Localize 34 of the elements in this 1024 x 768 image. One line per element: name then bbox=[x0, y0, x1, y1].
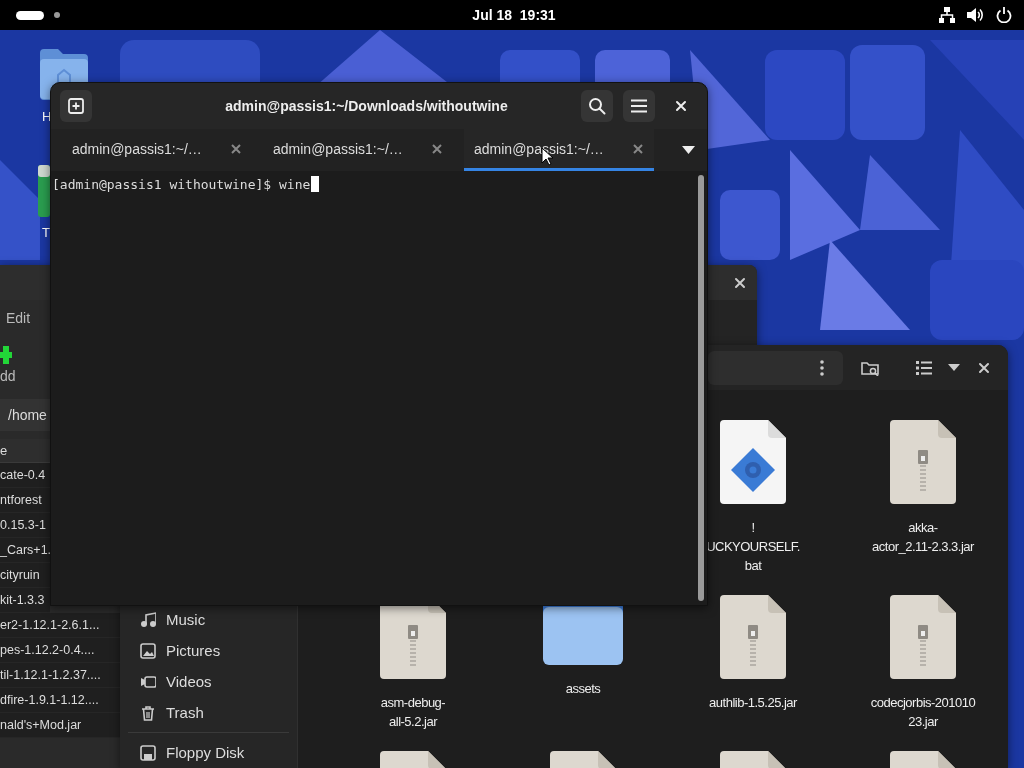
window-title: admin@passis1:~/Downloads/withoutwine bbox=[224, 98, 509, 114]
list-row[interactable]: kit-1.3.3 bbox=[0, 588, 50, 613]
add-button[interactable]: dd bbox=[0, 346, 48, 384]
list-row[interactable]: til-1.12.1-1.2.37.... bbox=[0, 663, 120, 688]
command-line: [admin@passis1 withoutwine]$ wine bbox=[52, 176, 311, 193]
file-name[interactable]: asm-debug- all-5.2.jar bbox=[380, 693, 446, 731]
sidebar-item[interactable]: Music bbox=[128, 604, 289, 635]
list-row[interactable]: 0.15.3-1 bbox=[0, 513, 50, 538]
file-name[interactable]: authlib-1.5.25.jar bbox=[709, 693, 797, 712]
terminal-tab[interactable]: admin@passis1:~/… bbox=[62, 129, 252, 171]
sidebar-item[interactable]: Pictures bbox=[128, 635, 289, 666]
list-row[interactable]: pes-1.12.2-0.4.... bbox=[0, 638, 120, 663]
file-name[interactable]: assets bbox=[565, 679, 601, 698]
list-row[interactable]: cityruin bbox=[0, 563, 50, 588]
column-header[interactable]: e bbox=[0, 439, 50, 463]
sidebar-item[interactable]: Trash bbox=[128, 697, 289, 728]
list-row[interactable]: er2-1.12.1-2.6.1... bbox=[0, 613, 120, 638]
clock-button[interactable]: Jul 18 19:31 bbox=[472, 7, 556, 23]
file-name[interactable]: codecjorbis-201010 23.jar bbox=[870, 693, 976, 731]
sidebar-item[interactable]: Videos bbox=[128, 666, 289, 697]
icon-label: T bbox=[42, 225, 50, 240]
file-name[interactable]: akka- actor_2.11-2.3.3.jar bbox=[872, 518, 974, 556]
list-row[interactable]: nald's+Mod.jar bbox=[0, 713, 120, 738]
terminal-tab[interactable]: admin@passis1:~/… bbox=[464, 129, 654, 171]
list-row[interactable]: cate-0.4 bbox=[0, 463, 50, 488]
file-name[interactable]: ! UCKYOURSELF. bat bbox=[706, 518, 800, 575]
list-row[interactable]: ntforest bbox=[0, 488, 50, 513]
menu-item[interactable]: Edit bbox=[6, 309, 31, 326]
icon-label: H bbox=[42, 109, 52, 124]
list-row[interactable]: dfire-1.9.1-1.12.... bbox=[0, 688, 120, 713]
sidebar-item[interactable]: Floppy Disk bbox=[128, 737, 289, 768]
list-row[interactable]: _Cars+1. bbox=[0, 538, 50, 563]
terminal-tab[interactable]: admin@passis1:~/… bbox=[263, 129, 453, 171]
path-field[interactable]: /home bbox=[0, 399, 50, 431]
